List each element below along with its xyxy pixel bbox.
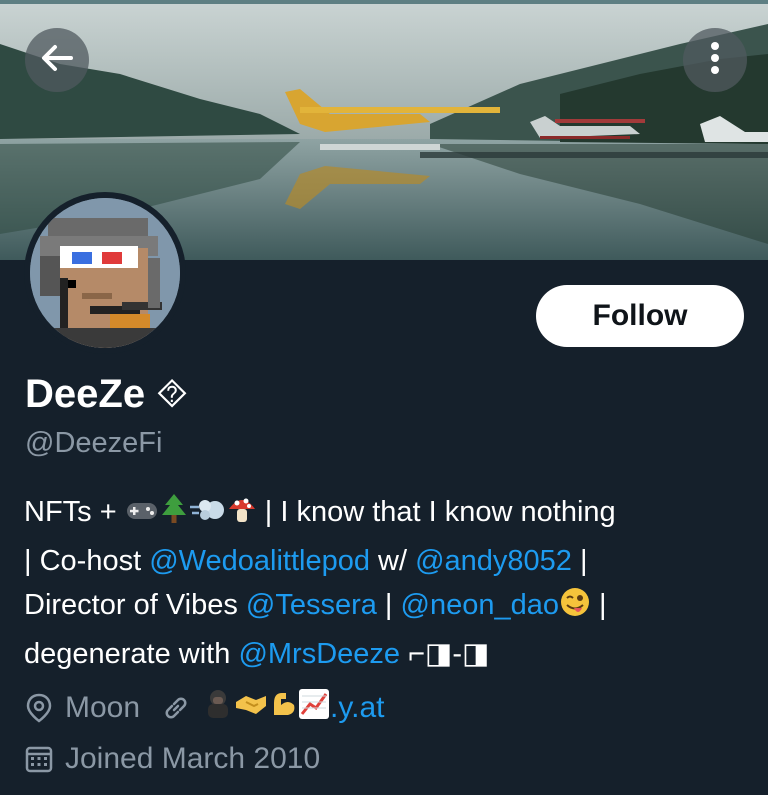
bio-text: | I know that I know nothing (256, 496, 616, 528)
location-text: Moon (65, 691, 141, 724)
joined-date-row: Joined March 2010 (25, 742, 320, 776)
follow-label: Follow (592, 299, 688, 332)
mushroom-emoji-icon (227, 493, 257, 539)
location-pin-icon (25, 693, 53, 723)
game-controller-emoji-icon (125, 494, 159, 539)
bio-text: | (571, 544, 588, 577)
profile-bio: NFTs + | I know that I know nothing | Co… (24, 490, 744, 676)
profile-avatar[interactable] (24, 192, 186, 354)
mention-link[interactable]: @andy8052 (415, 545, 572, 577)
website-suffix: .y.at (330, 691, 385, 724)
mention-link[interactable]: @MrsDeeze (238, 638, 400, 670)
bio-text: | Co-host (24, 544, 150, 577)
chart-increasing-emoji-icon (298, 688, 330, 728)
gorilla-emoji-icon (202, 688, 234, 728)
bio-line-2: | Co-host @Wedoalittlepod w/ @andy8052 | (24, 539, 744, 584)
bio-text: degenerate with (24, 637, 239, 670)
evergreen-tree-emoji-icon (159, 493, 189, 539)
mention-link[interactable]: @neon_dao (401, 589, 559, 621)
handshake-emoji-icon (234, 690, 268, 726)
link-icon (162, 694, 190, 722)
vertical-ellipsis-icon (709, 40, 721, 81)
follow-button[interactable]: Follow (536, 285, 744, 347)
display-name-text: DeeZe (25, 372, 146, 416)
profile-display-name: DeeZe ⯑ (25, 372, 188, 417)
arrow-left-icon (39, 40, 75, 81)
mention-link[interactable]: @Wedoalittlepod (149, 545, 370, 577)
more-options-button[interactable] (683, 28, 747, 92)
back-button[interactable] (25, 28, 89, 92)
mention-link[interactable]: @Tessera (246, 589, 377, 621)
bio-text: w/ (369, 544, 416, 577)
joined-date-text: Joined March 2010 (65, 742, 321, 775)
bio-line-3: Director of Vibes @Tessera | @neon_dao | (24, 583, 744, 632)
bio-text: NFTs + (24, 496, 125, 528)
flexed-biceps-emoji-icon (268, 689, 298, 727)
dash-emoji-icon (189, 494, 227, 539)
name-glyph: ⯑ (156, 372, 188, 416)
winking-face-tongue-emoji-icon (559, 586, 591, 632)
profile-handle: @DeezeFi (25, 427, 163, 459)
profile-meta-row: Moon .y.at (25, 688, 385, 728)
website-link[interactable]: .y.at (202, 688, 385, 728)
avatar-image (30, 198, 180, 348)
calendar-icon (25, 745, 53, 773)
bio-text: ⌐◨-◨ (400, 637, 490, 670)
bio-line-1: NFTs + | I know that I know nothing (24, 490, 744, 539)
bio-text: | (376, 589, 401, 621)
bio-text: | (591, 589, 607, 621)
bio-line-4: degenerate with @MrsDeeze ⌐◨-◨ (24, 632, 744, 677)
bio-text: Director of Vibes (24, 589, 246, 621)
